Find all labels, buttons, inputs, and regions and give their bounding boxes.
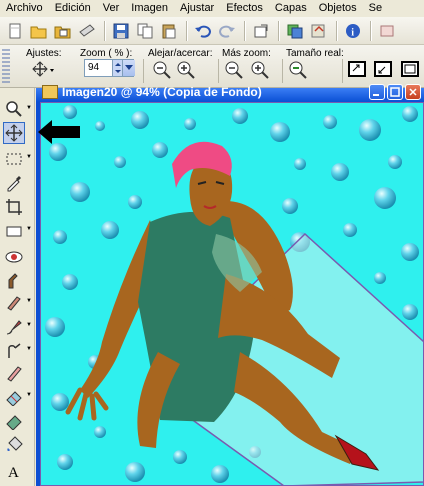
fill-icon[interactable] bbox=[3, 434, 25, 456]
document-titlebar[interactable]: Imagen20 @ 94% (Copia de Fondo) bbox=[36, 84, 424, 102]
tamano-label: Tamaño real: bbox=[286, 48, 344, 59]
tool-options-bar: Ajustes: Zoom ( % ): Alejar/acercar: Más… bbox=[0, 45, 424, 88]
toolbar-separator bbox=[370, 20, 372, 41]
fit-window-icon[interactable] bbox=[348, 61, 368, 82]
layers-icon[interactable] bbox=[284, 20, 306, 42]
dropper-icon[interactable] bbox=[3, 172, 25, 194]
standard-toolbar: i bbox=[0, 17, 424, 45]
dodge-icon[interactable] bbox=[3, 340, 25, 362]
paint-brush-icon[interactable] bbox=[3, 316, 25, 338]
toolbar-separator bbox=[278, 20, 280, 41]
menu-ajustar[interactable]: Ajustar bbox=[174, 0, 220, 17]
menu-se[interactable]: Se bbox=[363, 0, 388, 17]
more-zoom-out-icon[interactable] bbox=[224, 60, 244, 83]
browse-icon[interactable] bbox=[52, 20, 74, 42]
pointer-arrow-icon bbox=[36, 118, 82, 149]
menubar: Archivo Edición Ver Imagen Ajustar Efect… bbox=[0, 0, 424, 17]
help-icon[interactable] bbox=[376, 20, 398, 42]
zoom-out-icon[interactable] bbox=[152, 60, 172, 83]
open-icon[interactable] bbox=[28, 20, 50, 42]
scan-icon[interactable] bbox=[76, 20, 98, 42]
document-title: Imagen20 @ 94% (Copia de Fondo) bbox=[62, 85, 262, 99]
menu-objetos[interactable]: Objetos bbox=[313, 0, 363, 17]
svg-text:A: A bbox=[8, 465, 19, 480]
menu-imagen[interactable]: Imagen bbox=[125, 0, 174, 17]
menu-ver[interactable]: Ver bbox=[97, 0, 126, 17]
menu-archivo[interactable]: Archivo bbox=[0, 0, 49, 17]
document-icon bbox=[42, 85, 58, 99]
ajustes-label: Ajustes: bbox=[26, 48, 62, 59]
alejar-label: Alejar/acercar: bbox=[148, 48, 213, 59]
straighten-icon[interactable] bbox=[3, 220, 25, 242]
smudge-icon[interactable] bbox=[3, 362, 25, 384]
toolbar-separator bbox=[186, 20, 188, 41]
redo-icon[interactable] bbox=[216, 20, 238, 42]
tools-palette: ▼ ▼ ▼ ▼ ▼ ▼ ▼ A bbox=[0, 88, 35, 486]
copy-icon[interactable] bbox=[134, 20, 156, 42]
maximize-button[interactable] bbox=[387, 84, 403, 100]
paste-icon[interactable] bbox=[158, 20, 180, 42]
presets-icon[interactable] bbox=[32, 61, 54, 82]
resize-icon[interactable] bbox=[250, 20, 272, 42]
svg-text:i: i bbox=[351, 27, 354, 38]
text-icon[interactable]: A bbox=[3, 460, 25, 482]
toolbar-separator bbox=[244, 20, 246, 41]
toolbar-separator bbox=[104, 20, 106, 41]
save-icon[interactable] bbox=[110, 20, 132, 42]
rotate-icon[interactable] bbox=[308, 20, 330, 42]
fit-image-icon[interactable] bbox=[374, 61, 394, 82]
zoom-dropdown-button[interactable] bbox=[122, 60, 135, 76]
menu-capas[interactable]: Capas bbox=[269, 0, 313, 17]
actual-size-icon[interactable] bbox=[288, 60, 308, 83]
zoom-in-icon[interactable] bbox=[176, 60, 196, 83]
menu-edicion[interactable]: Edición bbox=[49, 0, 97, 17]
selection-icon[interactable] bbox=[3, 148, 25, 170]
background-eraser-icon[interactable] bbox=[3, 410, 25, 432]
minimize-button[interactable] bbox=[369, 84, 385, 100]
undo-icon[interactable] bbox=[192, 20, 214, 42]
close-button[interactable] bbox=[405, 84, 421, 100]
image-canvas[interactable] bbox=[40, 102, 424, 486]
mas-zoom-label: Más zoom: bbox=[222, 48, 271, 59]
toolbar-separator bbox=[336, 20, 338, 41]
zoom-label: Zoom ( % ): bbox=[80, 48, 133, 59]
new-icon[interactable] bbox=[4, 20, 26, 42]
move-icon[interactable] bbox=[3, 122, 25, 144]
info-icon[interactable]: i bbox=[342, 20, 364, 42]
document-window: Imagen20 @ 94% (Copia de Fondo) bbox=[36, 84, 424, 486]
red-eye-icon[interactable] bbox=[3, 246, 25, 268]
clone-icon[interactable] bbox=[3, 270, 25, 292]
eraser-icon[interactable] bbox=[3, 386, 25, 408]
toolbar-grip[interactable] bbox=[2, 49, 10, 83]
crop-icon[interactable] bbox=[3, 196, 25, 218]
full-screen-icon[interactable] bbox=[401, 61, 421, 82]
zoom-icon[interactable] bbox=[3, 98, 25, 120]
scratch-icon[interactable] bbox=[3, 292, 25, 314]
menu-efectos[interactable]: Efectos bbox=[220, 0, 269, 17]
more-zoom-in-icon[interactable] bbox=[250, 60, 270, 83]
